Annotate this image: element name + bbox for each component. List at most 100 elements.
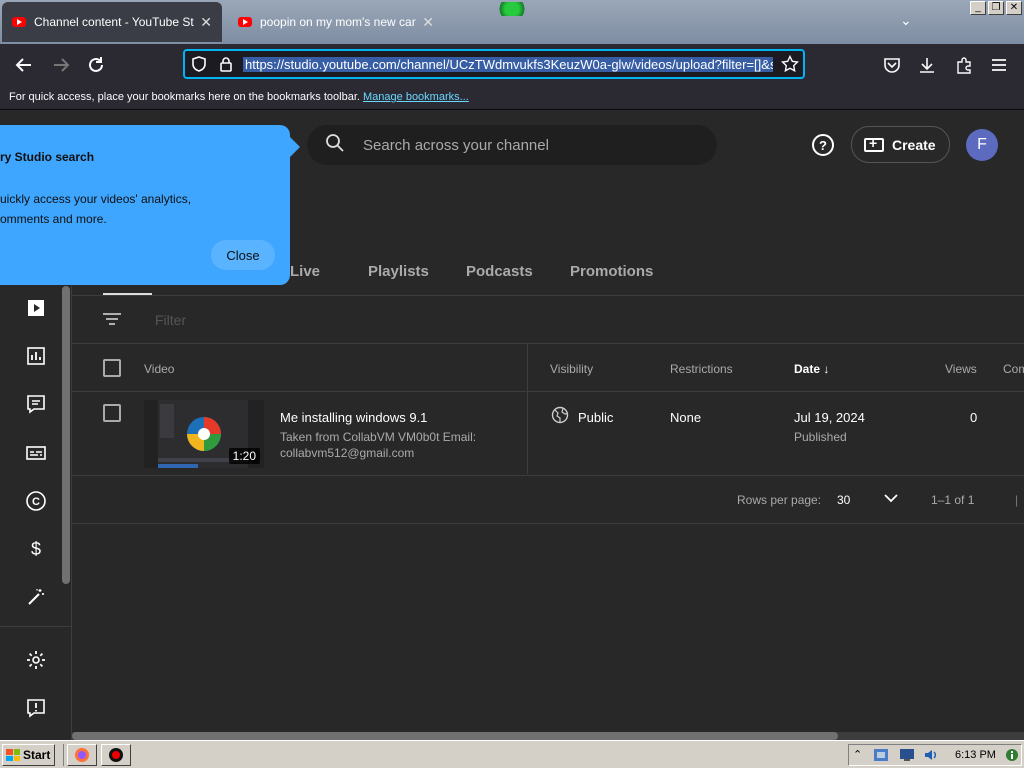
quick-launch <box>63 744 131 766</box>
sidebar-scrollbar[interactable] <box>62 286 70 584</box>
first-page-icon[interactable]: | <box>1015 493 1018 507</box>
browser-nav-bar: https://studio.youtube.com/channel/UCzTW… <box>0 44 1024 86</box>
manage-bookmarks-link[interactable]: Manage bookmarks... <box>363 91 469 103</box>
video-duration: 1:20 <box>228 448 260 464</box>
table-row[interactable]: 1:20 Me installing windows 9.1 Taken fro… <box>72 392 1024 476</box>
sidebar-item-customization[interactable] <box>24 585 48 609</box>
video-description: Taken from CollabVM VM0b0t Email: collab… <box>280 430 477 460</box>
visibility-value[interactable]: Public <box>578 410 613 425</box>
tray-monitor-icon[interactable] <box>899 748 915 762</box>
tray-info-icon[interactable] <box>1005 748 1021 762</box>
tab-promotions[interactable]: Promotions <box>570 263 653 280</box>
record-taskbar-icon[interactable] <box>101 744 131 766</box>
tray-expand-icon[interactable]: ⌃ <box>853 748 869 762</box>
rows-per-page-select[interactable]: 30 <box>837 493 850 507</box>
callout-body-line: omments and more. <box>0 212 107 226</box>
close-tab-icon[interactable]: ✕ <box>200 14 212 31</box>
studio-search-callout: ry Studio search uickly access your vide… <box>0 125 300 285</box>
sidebar-item-subtitles[interactable] <box>24 441 48 465</box>
header-date-label: Date <box>794 362 821 376</box>
sidebar-item-settings[interactable] <box>24 648 48 672</box>
views-value: 0 <box>970 410 978 425</box>
list-all-tabs-icon[interactable]: ⌄ <box>900 12 912 29</box>
avatar[interactable]: F <box>966 129 998 161</box>
search-placeholder: Search across your channel <box>363 136 549 154</box>
firefox-taskbar-icon[interactable] <box>67 744 97 766</box>
filter-icon[interactable] <box>102 311 122 332</box>
reload-icon[interactable] <box>83 52 109 78</box>
tab-playlists[interactable]: Playlists <box>368 263 429 280</box>
video-title[interactable]: Me installing windows 9.1 <box>280 410 427 425</box>
extensions-icon[interactable] <box>951 52 977 78</box>
filter-bar[interactable]: Filter <box>72 296 1024 344</box>
youtube-favicon-icon <box>238 17 252 27</box>
taskbar-clock: 6:13 PM <box>955 749 996 761</box>
header-visibility[interactable]: Visibility <box>550 362 593 376</box>
chevron-down-icon[interactable] <box>884 492 898 506</box>
close-tab-icon[interactable]: ✕ <box>422 14 434 31</box>
active-tab-indicator <box>103 293 152 295</box>
date-value: Jul 19, 2024 <box>794 410 865 425</box>
hamburger-menu-icon[interactable] <box>986 52 1012 78</box>
start-label: Start <box>23 748 51 762</box>
select-all-checkbox[interactable] <box>103 359 121 377</box>
globe-icon <box>551 406 569 427</box>
header-video: Video <box>144 362 175 376</box>
search-icon <box>325 133 345 158</box>
header-comments[interactable]: Com <box>1003 362 1024 376</box>
browser-tab-youtube-studio[interactable]: Channel content - YouTube Studio ✕ <box>2 2 222 42</box>
horizontal-scrollbar[interactable] <box>72 732 1024 740</box>
create-video-icon <box>864 135 884 152</box>
tray-volume-icon[interactable] <box>923 748 939 762</box>
sidebar-item-copyright[interactable]: C <box>24 489 48 513</box>
youtube-favicon-icon <box>12 17 26 27</box>
header-views[interactable]: Views <box>945 362 977 376</box>
tab-title: Channel content - YouTube Studio <box>34 15 194 29</box>
shield-icon[interactable] <box>191 56 207 77</box>
help-icon[interactable]: ? <box>812 134 834 156</box>
url-bar[interactable]: https://studio.youtube.com/channel/UCzTW… <box>183 49 805 79</box>
rows-per-page-label: Rows per page: <box>737 493 822 507</box>
browser-tab-video[interactable]: poopin on my mom's new car - You ✕ <box>228 2 444 42</box>
pocket-icon[interactable] <box>879 52 905 78</box>
svg-text:$: $ <box>31 539 41 559</box>
bookmarks-toolbar: For quick access, place your bookmarks h… <box>0 86 1024 110</box>
sidebar-item-analytics[interactable] <box>24 344 48 368</box>
row-checkbox[interactable] <box>103 404 121 422</box>
filter-placeholder: Filter <box>155 312 187 328</box>
url-text[interactable]: https://studio.youtube.com/channel/UCzTW… <box>243 57 773 72</box>
callout-close-button[interactable]: Close <box>211 240 275 270</box>
header-restrictions[interactable]: Restrictions <box>670 362 733 376</box>
minimize-button[interactable]: _ <box>970 1 986 15</box>
window-controls: _ ❐ ✕ <box>970 1 1022 15</box>
tray-network-icon[interactable] <box>873 748 889 762</box>
sidebar-item-content[interactable] <box>24 296 48 320</box>
callout-body-line: uickly access your videos' analytics, <box>0 192 192 206</box>
tab-title: poopin on my mom's new car - You <box>260 15 416 29</box>
create-button[interactable]: Create <box>851 126 950 163</box>
downloads-icon[interactable] <box>914 52 940 78</box>
system-tray: ⌃ 6:13 PM <box>848 744 1022 766</box>
sort-arrow-down-icon: ↓ <box>823 362 830 376</box>
start-button[interactable]: Start <box>2 744 55 766</box>
video-thumbnail[interactable]: 1:20 <box>144 400 264 468</box>
tab-podcasts[interactable]: Podcasts <box>466 263 533 280</box>
studio-sidebar: C $ <box>0 286 72 740</box>
back-icon[interactable] <box>11 52 37 78</box>
pagination: Rows per page: 30 1–1 of 1 | <box>72 476 1024 524</box>
close-window-button[interactable]: ✕ <box>1006 1 1022 15</box>
forward-icon[interactable] <box>48 52 74 78</box>
sidebar-item-comments[interactable] <box>24 392 48 416</box>
callout-title: ry Studio search <box>0 150 95 164</box>
header-date[interactable]: Date ↓ <box>794 362 829 376</box>
tab-live[interactable]: Live <box>290 263 320 280</box>
horizontal-scrollbar-thumb[interactable] <box>72 732 838 740</box>
search-input[interactable]: Search across your channel <box>307 125 717 165</box>
sidebar-item-feedback[interactable] <box>24 696 48 720</box>
lock-icon[interactable] <box>219 56 233 77</box>
sidebar-item-earn[interactable]: $ <box>24 537 48 561</box>
star-bookmark-icon[interactable] <box>780 54 800 78</box>
restore-button[interactable]: ❐ <box>988 1 1004 15</box>
create-label: Create <box>892 136 936 153</box>
windows-taskbar: Start ⌃ 6:13 PM <box>0 740 1024 768</box>
